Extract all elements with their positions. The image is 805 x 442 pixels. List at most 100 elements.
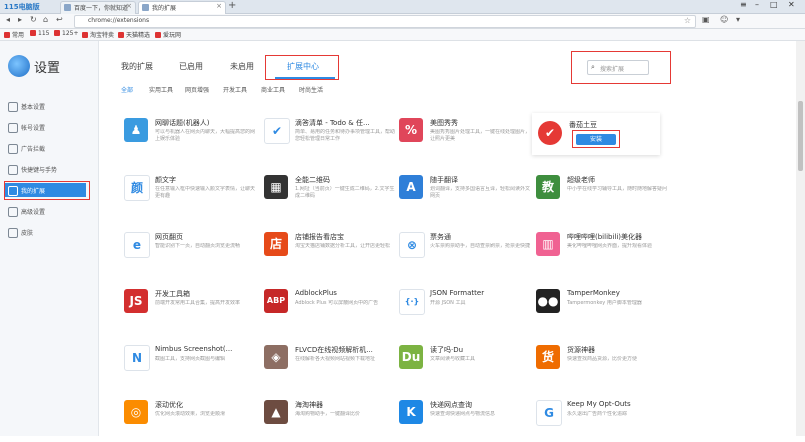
extension-name: 番茄土豆 <box>569 121 597 129</box>
extension-card[interactable]: ♟ 网聊话题(机器人) 可以与机器人在网页内聊天，大幅提高您的网上娱乐体验 <box>124 114 255 160</box>
extension-description: 可以与机器人在网页内聊天，大幅提高您的网上娱乐体验 <box>155 129 255 142</box>
menu-icon[interactable]: ≡ <box>740 0 747 9</box>
sidebar-item-skin[interactable]: 皮肤 <box>4 225 86 239</box>
extension-card[interactable]: 店店铺报告看店宝 淘宝天猫店铺数据分析工具，让开店更轻松 <box>264 228 394 274</box>
extension-description: Tampermonkey 用户脚本管理器 <box>567 300 642 306</box>
category-lifestyle[interactable]: 时尚生活 <box>299 85 323 94</box>
bookmark-icon <box>82 32 88 38</box>
extension-card[interactable]: {·} JSON Formatter 开源 JSON 工具 <box>399 285 529 331</box>
extension-name: 海淘神器 <box>295 401 323 409</box>
refresh-icon[interactable]: ↻ <box>30 15 37 24</box>
bookmark-item[interactable]: 淘宝特卖 <box>82 30 114 39</box>
category-dev-tools[interactable]: 开发工具 <box>223 85 247 94</box>
puzzle-icon <box>142 4 149 11</box>
highlight-frame <box>572 130 620 148</box>
undo-icon[interactable]: ↩ <box>56 15 63 24</box>
extension-name: 票务通 <box>430 233 451 241</box>
extension-card[interactable]: ▦ 全能二维码 1.网址（当前页）一键生成二维码，2.文字生成二维码 <box>264 171 395 217</box>
extension-card[interactable]: Du 读了吗·Du 文章阅读与收藏工具 <box>399 341 529 387</box>
sidebar-item-advanced[interactable]: 高级设置 <box>4 204 86 218</box>
sidebar-item-account[interactable]: 帐号设置 <box>4 120 86 134</box>
category-all[interactable]: 全部 <box>121 85 133 94</box>
settings-sidebar: 设置 基本设置 帐号设置 广告拦截 快捷键与手势 我的扩展 高级设置 皮肤 <box>0 41 99 436</box>
sidebar-item-basic[interactable]: 基本设置 <box>4 99 86 113</box>
extension-icon: 货 <box>536 345 560 369</box>
extension-card[interactable]: ▥ 哔哩哔哩(bilibili)美化器 美化哔哩哔哩网页界面，提升观看体验 <box>536 228 666 274</box>
user-icon[interactable]: ☺ <box>720 15 728 24</box>
extension-card[interactable]: 教超级老师 中小学在线学习辅导工具，随时随地解答疑问 <box>536 171 667 217</box>
bookmark-item[interactable]: 天猫精选 <box>118 30 150 39</box>
extension-icon: % <box>399 118 423 142</box>
extension-description: 文章阅读与收藏工具 <box>430 356 476 362</box>
extension-description: 美图秀秀图片处理工具，一键在线处理图片，让照片更美 <box>430 129 530 142</box>
sidebar-item-adblock[interactable]: 广告拦截 <box>4 141 86 155</box>
extension-name: 货源神器 <box>567 346 595 354</box>
extension-card[interactable]: % 美图秀秀 美图秀秀图片处理工具，一键在线处理图片，让照片更美 <box>399 114 530 160</box>
extension-description: Adblock Plus 可以屏蔽网页中的广告 <box>295 300 379 306</box>
extension-card[interactable]: ✔ 滴答清单 - Todo & 任... 简单、易用的任务和待办事项管理工具，帮助您… <box>264 114 395 160</box>
extension-card[interactable]: ✔ 番茄土豆 安装 <box>532 113 660 155</box>
category-business[interactable]: 商业工具 <box>261 85 285 94</box>
address-field[interactable]: chrome://extensions ☆ <box>74 15 696 28</box>
back-icon[interactable]: ◂ <box>6 15 10 24</box>
extension-description: 火车票购票助手，自动查票刷票，抢票更快捷 <box>430 243 530 249</box>
tab-enabled[interactable]: 已启用 <box>179 61 203 72</box>
extension-card[interactable]: G Keep My Opt-Outs 永久退出广告商个性化追踪 <box>536 396 666 442</box>
extension-description: 智能识别下一页，自动翻页浏览更流畅 <box>155 243 241 249</box>
extension-card[interactable]: K 快递网点查询 快速查询快递网点与物流信息 <box>399 396 529 442</box>
extension-card[interactable]: N Nimbus Screenshot(... 截图工具，支持网页截图与编辑 <box>124 341 254 387</box>
tab-my-extensions[interactable]: 我的扩展 <box>121 61 153 72</box>
extension-icon: 教 <box>536 175 560 199</box>
scrollbar[interactable] <box>796 41 805 436</box>
extension-card[interactable]: JS 开发工具箱 前端开发常用工具合集，提高开发效率 <box>124 285 254 331</box>
close-icon[interactable]: × <box>216 2 222 10</box>
extension-card[interactable]: A 随手翻译 划词翻译，支持多国语言互译，轻松阅读外文网页 <box>399 171 530 217</box>
extension-name: 读了吗·Du <box>430 346 464 354</box>
extension-card[interactable]: ◈ FLVCD在线视频解析机... 在线解析各大视频网站视频下载地址 <box>264 341 394 387</box>
category-utility[interactable]: 实用工具 <box>149 85 173 94</box>
category-web-enhance[interactable]: 网页增强 <box>185 85 209 94</box>
forward-icon[interactable]: ▸ <box>18 15 22 24</box>
extension-card[interactable]: ▲ 海淘神器 海淘购物助手，一键翻译比价 <box>264 396 394 442</box>
minimize-icon[interactable]: – <box>755 0 759 9</box>
tab-disabled[interactable]: 未启用 <box>230 61 254 72</box>
bookmark-item[interactable]: 爱玩网 <box>155 30 181 39</box>
browser-tab-active[interactable]: 我的扩展 × <box>138 1 226 14</box>
new-tab-button[interactable]: + <box>228 0 236 11</box>
bookmark-item[interactable]: 125+ <box>54 30 78 37</box>
bookmark-item[interactable]: 常用 <box>4 30 24 39</box>
extension-icon[interactable]: ▣ <box>702 15 710 24</box>
maximize-icon[interactable]: □ <box>770 0 778 9</box>
bookmark-icon <box>4 32 10 38</box>
browser-tab[interactable]: 百度一下，你就知道 × <box>60 1 136 14</box>
extension-icon: ●● <box>536 289 560 313</box>
home-icon[interactable]: ⌂ <box>43 15 48 24</box>
extension-description: 永久退出广告商个性化追踪 <box>567 411 628 417</box>
extension-icon: G <box>536 400 562 426</box>
tab-title: 我的扩展 <box>152 5 177 12</box>
keyboard-icon <box>8 165 18 175</box>
extension-description: 优化网页滚动效果，浏览更顺滑 <box>155 411 226 417</box>
extension-card[interactable]: ◎ 滚动优化 优化网页滚动效果，浏览更顺滑 <box>124 396 254 442</box>
extension-name: 滚动优化 <box>155 401 183 409</box>
extension-card[interactable]: 颜颜文字 在任意输入框中快速输入颜文字表情，让聊天更有趣 <box>124 171 255 217</box>
close-icon[interactable]: × <box>126 2 132 10</box>
extension-name: 快递网点查询 <box>430 401 472 409</box>
bookmark-item[interactable]: 115 <box>30 30 49 37</box>
sidebar-item-shortcuts[interactable]: 快捷键与手势 <box>4 162 86 176</box>
close-window-icon[interactable]: ✕ <box>788 0 795 9</box>
extension-icon: e <box>124 232 150 258</box>
extension-card[interactable]: ●● TamperMonkey Tampermonkey 用户脚本管理器 <box>536 285 666 331</box>
scrollbar-thumb[interactable] <box>798 101 803 171</box>
extension-card[interactable]: e 网页翻页 智能识别下一页，自动翻页浏览更流畅 <box>124 228 254 274</box>
sliders-icon <box>8 207 18 217</box>
extension-name: 颜文字 <box>155 176 176 184</box>
tab-title: 百度一下，你就知道 <box>74 5 129 12</box>
extension-card[interactable]: ABP AdblockPlus Adblock Plus 可以屏蔽网页中的广告 <box>264 285 394 331</box>
star-icon[interactable]: ☆ <box>684 16 691 25</box>
extension-card[interactable]: 货货源神器 快速查找商品货源，比价更方便 <box>536 341 666 387</box>
dropdown-icon[interactable]: ▾ <box>736 15 740 24</box>
extension-card[interactable]: ⊗ 票务通 火车票购票助手，自动查票刷票，抢票更快捷 <box>399 228 530 274</box>
bookmark-icon <box>118 32 124 38</box>
extension-name: FLVCD在线视频解析机... <box>295 346 373 354</box>
